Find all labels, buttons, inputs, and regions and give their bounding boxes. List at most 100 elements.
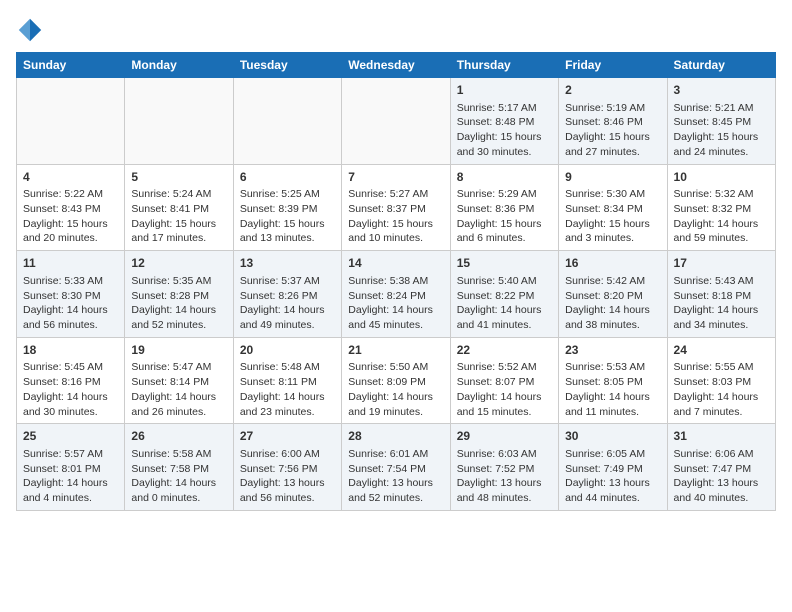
day-number: 19 — [131, 342, 226, 359]
calendar-cell: 5Sunrise: 5:24 AM Sunset: 8:41 PM Daylig… — [125, 164, 233, 251]
calendar-cell: 3 Sunrise: 5:21 AM Sunset: 8:45 PM Daylig… — [667, 78, 775, 165]
calendar-cell — [342, 78, 450, 165]
day-number: 9 — [565, 169, 660, 186]
calendar-cell: 17 Sunrise: 5:43 AM Sunset: 8:18 PM Dayli… — [667, 251, 775, 338]
day-number: 30 — [565, 428, 660, 445]
calendar-cell: 20Sunrise: 5:48 AM Sunset: 8:11 PM Dayli… — [233, 337, 341, 424]
cell-content: Sunrise: 5:53 AM Sunset: 8:05 PM Dayligh… — [565, 360, 660, 419]
calendar-cell: 23Sunrise: 5:53 AM Sunset: 8:05 PM Dayli… — [559, 337, 667, 424]
calendar-cell: 6Sunrise: 5:25 AM Sunset: 8:39 PM Daylig… — [233, 164, 341, 251]
cell-content: Sunrise: 5:48 AM Sunset: 8:11 PM Dayligh… — [240, 360, 335, 419]
day-number: 2 — [565, 82, 660, 99]
day-number: 3 — [674, 82, 769, 99]
calendar-cell: 18Sunrise: 5:45 AM Sunset: 8:16 PM Dayli… — [17, 337, 125, 424]
cell-content: Sunrise: 5:38 AM Sunset: 8:24 PM Dayligh… — [348, 274, 443, 333]
day-number: 26 — [131, 428, 226, 445]
calendar-cell: 31 Sunrise: 6:06 AM Sunset: 7:47 PM Dayli… — [667, 424, 775, 511]
cell-content: Sunrise: 5:21 AM Sunset: 8:45 PM Dayligh… — [674, 101, 769, 160]
day-number: 18 — [23, 342, 118, 359]
week-row-4: 18Sunrise: 5:45 AM Sunset: 8:16 PM Dayli… — [17, 337, 776, 424]
cell-content: Sunrise: 5:33 AM Sunset: 8:30 PM Dayligh… — [23, 274, 118, 333]
cell-content: Sunrise: 5:50 AM Sunset: 8:09 PM Dayligh… — [348, 360, 443, 419]
day-number: 23 — [565, 342, 660, 359]
calendar-cell: 19Sunrise: 5:47 AM Sunset: 8:14 PM Dayli… — [125, 337, 233, 424]
calendar-cell — [125, 78, 233, 165]
day-number: 24 — [674, 342, 769, 359]
calendar-cell: 12 Sunrise: 5:35 AM Sunset: 8:28 PM Dayli… — [125, 251, 233, 338]
day-number: 31 — [674, 428, 769, 445]
calendar-cell: 15Sunrise: 5:40 AM Sunset: 8:22 PM Dayli… — [450, 251, 558, 338]
calendar-cell: 16 Sunrise: 5:42 AM Sunset: 8:20 PM Dayli… — [559, 251, 667, 338]
cell-content: Sunrise: 5:52 AM Sunset: 8:07 PM Dayligh… — [457, 360, 552, 419]
week-row-5: 25Sunrise: 5:57 AM Sunset: 8:01 PM Dayli… — [17, 424, 776, 511]
day-number: 22 — [457, 342, 552, 359]
logo — [16, 16, 48, 44]
day-number: 21 — [348, 342, 443, 359]
day-number: 4 — [23, 169, 118, 186]
day-number: 14 — [348, 255, 443, 272]
calendar-cell — [17, 78, 125, 165]
calendar-cell: 29 Sunrise: 6:03 AM Sunset: 7:52 PM Dayli… — [450, 424, 558, 511]
day-number: 16 — [565, 255, 660, 272]
calendar-table: SundayMondayTuesdayWednesdayThursdayFrid… — [16, 52, 776, 511]
calendar-cell: 24Sunrise: 5:55 AM Sunset: 8:03 PM Dayli… — [667, 337, 775, 424]
col-header-saturday: Saturday — [667, 53, 775, 78]
cell-content: Sunrise: 6:03 AM Sunset: 7:52 PM Dayligh… — [457, 447, 552, 506]
day-number: 29 — [457, 428, 552, 445]
cell-content: Sunrise: 5:19 AM Sunset: 8:46 PM Dayligh… — [565, 101, 660, 160]
cell-content: Sunrise: 5:47 AM Sunset: 8:14 PM Dayligh… — [131, 360, 226, 419]
cell-content: Sunrise: 5:29 AM Sunset: 8:36 PM Dayligh… — [457, 187, 552, 246]
day-number: 13 — [240, 255, 335, 272]
calendar-cell: 26 Sunrise: 5:58 AM Sunset: 7:58 PM Dayli… — [125, 424, 233, 511]
cell-content: Sunrise: 5:58 AM Sunset: 7:58 PM Dayligh… — [131, 447, 226, 506]
calendar-cell: 9Sunrise: 5:30 AM Sunset: 8:34 PM Daylig… — [559, 164, 667, 251]
col-header-friday: Friday — [559, 53, 667, 78]
day-number: 11 — [23, 255, 118, 272]
cell-content: Sunrise: 5:37 AM Sunset: 8:26 PM Dayligh… — [240, 274, 335, 333]
calendar-cell: 22Sunrise: 5:52 AM Sunset: 8:07 PM Dayli… — [450, 337, 558, 424]
day-number: 7 — [348, 169, 443, 186]
calendar-cell: 11 Sunrise: 5:33 AM Sunset: 8:30 PM Dayli… — [17, 251, 125, 338]
cell-content: Sunrise: 6:00 AM Sunset: 7:56 PM Dayligh… — [240, 447, 335, 506]
day-number: 1 — [457, 82, 552, 99]
day-number: 6 — [240, 169, 335, 186]
cell-content: Sunrise: 5:42 AM Sunset: 8:20 PM Dayligh… — [565, 274, 660, 333]
calendar-cell: 28Sunrise: 6:01 AM Sunset: 7:54 PM Dayli… — [342, 424, 450, 511]
cell-content: Sunrise: 5:45 AM Sunset: 8:16 PM Dayligh… — [23, 360, 118, 419]
day-number: 12 — [131, 255, 226, 272]
calendar-cell: 1Sunrise: 5:17 AM Sunset: 8:48 PM Daylig… — [450, 78, 558, 165]
calendar-cell: 27 Sunrise: 6:00 AM Sunset: 7:56 PM Dayli… — [233, 424, 341, 511]
cell-content: Sunrise: 5:25 AM Sunset: 8:39 PM Dayligh… — [240, 187, 335, 246]
week-row-3: 11 Sunrise: 5:33 AM Sunset: 8:30 PM Dayli… — [17, 251, 776, 338]
col-header-sunday: Sunday — [17, 53, 125, 78]
calendar-cell: 8Sunrise: 5:29 AM Sunset: 8:36 PM Daylig… — [450, 164, 558, 251]
day-number: 5 — [131, 169, 226, 186]
col-header-wednesday: Wednesday — [342, 53, 450, 78]
cell-content: Sunrise: 6:06 AM Sunset: 7:47 PM Dayligh… — [674, 447, 769, 506]
week-row-1: 1Sunrise: 5:17 AM Sunset: 8:48 PM Daylig… — [17, 78, 776, 165]
cell-content: Sunrise: 5:27 AM Sunset: 8:37 PM Dayligh… — [348, 187, 443, 246]
day-number: 15 — [457, 255, 552, 272]
day-number: 27 — [240, 428, 335, 445]
cell-content: Sunrise: 5:43 AM Sunset: 8:18 PM Dayligh… — [674, 274, 769, 333]
cell-content: Sunrise: 5:55 AM Sunset: 8:03 PM Dayligh… — [674, 360, 769, 419]
day-number: 17 — [674, 255, 769, 272]
day-number: 28 — [348, 428, 443, 445]
col-header-monday: Monday — [125, 53, 233, 78]
cell-content: Sunrise: 5:24 AM Sunset: 8:41 PM Dayligh… — [131, 187, 226, 246]
calendar-cell: 25Sunrise: 5:57 AM Sunset: 8:01 PM Dayli… — [17, 424, 125, 511]
day-number: 25 — [23, 428, 118, 445]
day-number: 10 — [674, 169, 769, 186]
week-row-2: 4Sunrise: 5:22 AM Sunset: 8:43 PM Daylig… — [17, 164, 776, 251]
calendar-cell: 10Sunrise: 5:32 AM Sunset: 8:32 PM Dayli… — [667, 164, 775, 251]
calendar-cell: 7Sunrise: 5:27 AM Sunset: 8:37 PM Daylig… — [342, 164, 450, 251]
header — [16, 16, 776, 44]
cell-content: Sunrise: 5:22 AM Sunset: 8:43 PM Dayligh… — [23, 187, 118, 246]
cell-content: Sunrise: 6:05 AM Sunset: 7:49 PM Dayligh… — [565, 447, 660, 506]
calendar-cell: 21Sunrise: 5:50 AM Sunset: 8:09 PM Dayli… — [342, 337, 450, 424]
cell-content: Sunrise: 5:35 AM Sunset: 8:28 PM Dayligh… — [131, 274, 226, 333]
cell-content: Sunrise: 5:32 AM Sunset: 8:32 PM Dayligh… — [674, 187, 769, 246]
day-number: 20 — [240, 342, 335, 359]
col-header-tuesday: Tuesday — [233, 53, 341, 78]
calendar-cell: 14 Sunrise: 5:38 AM Sunset: 8:24 PM Dayli… — [342, 251, 450, 338]
